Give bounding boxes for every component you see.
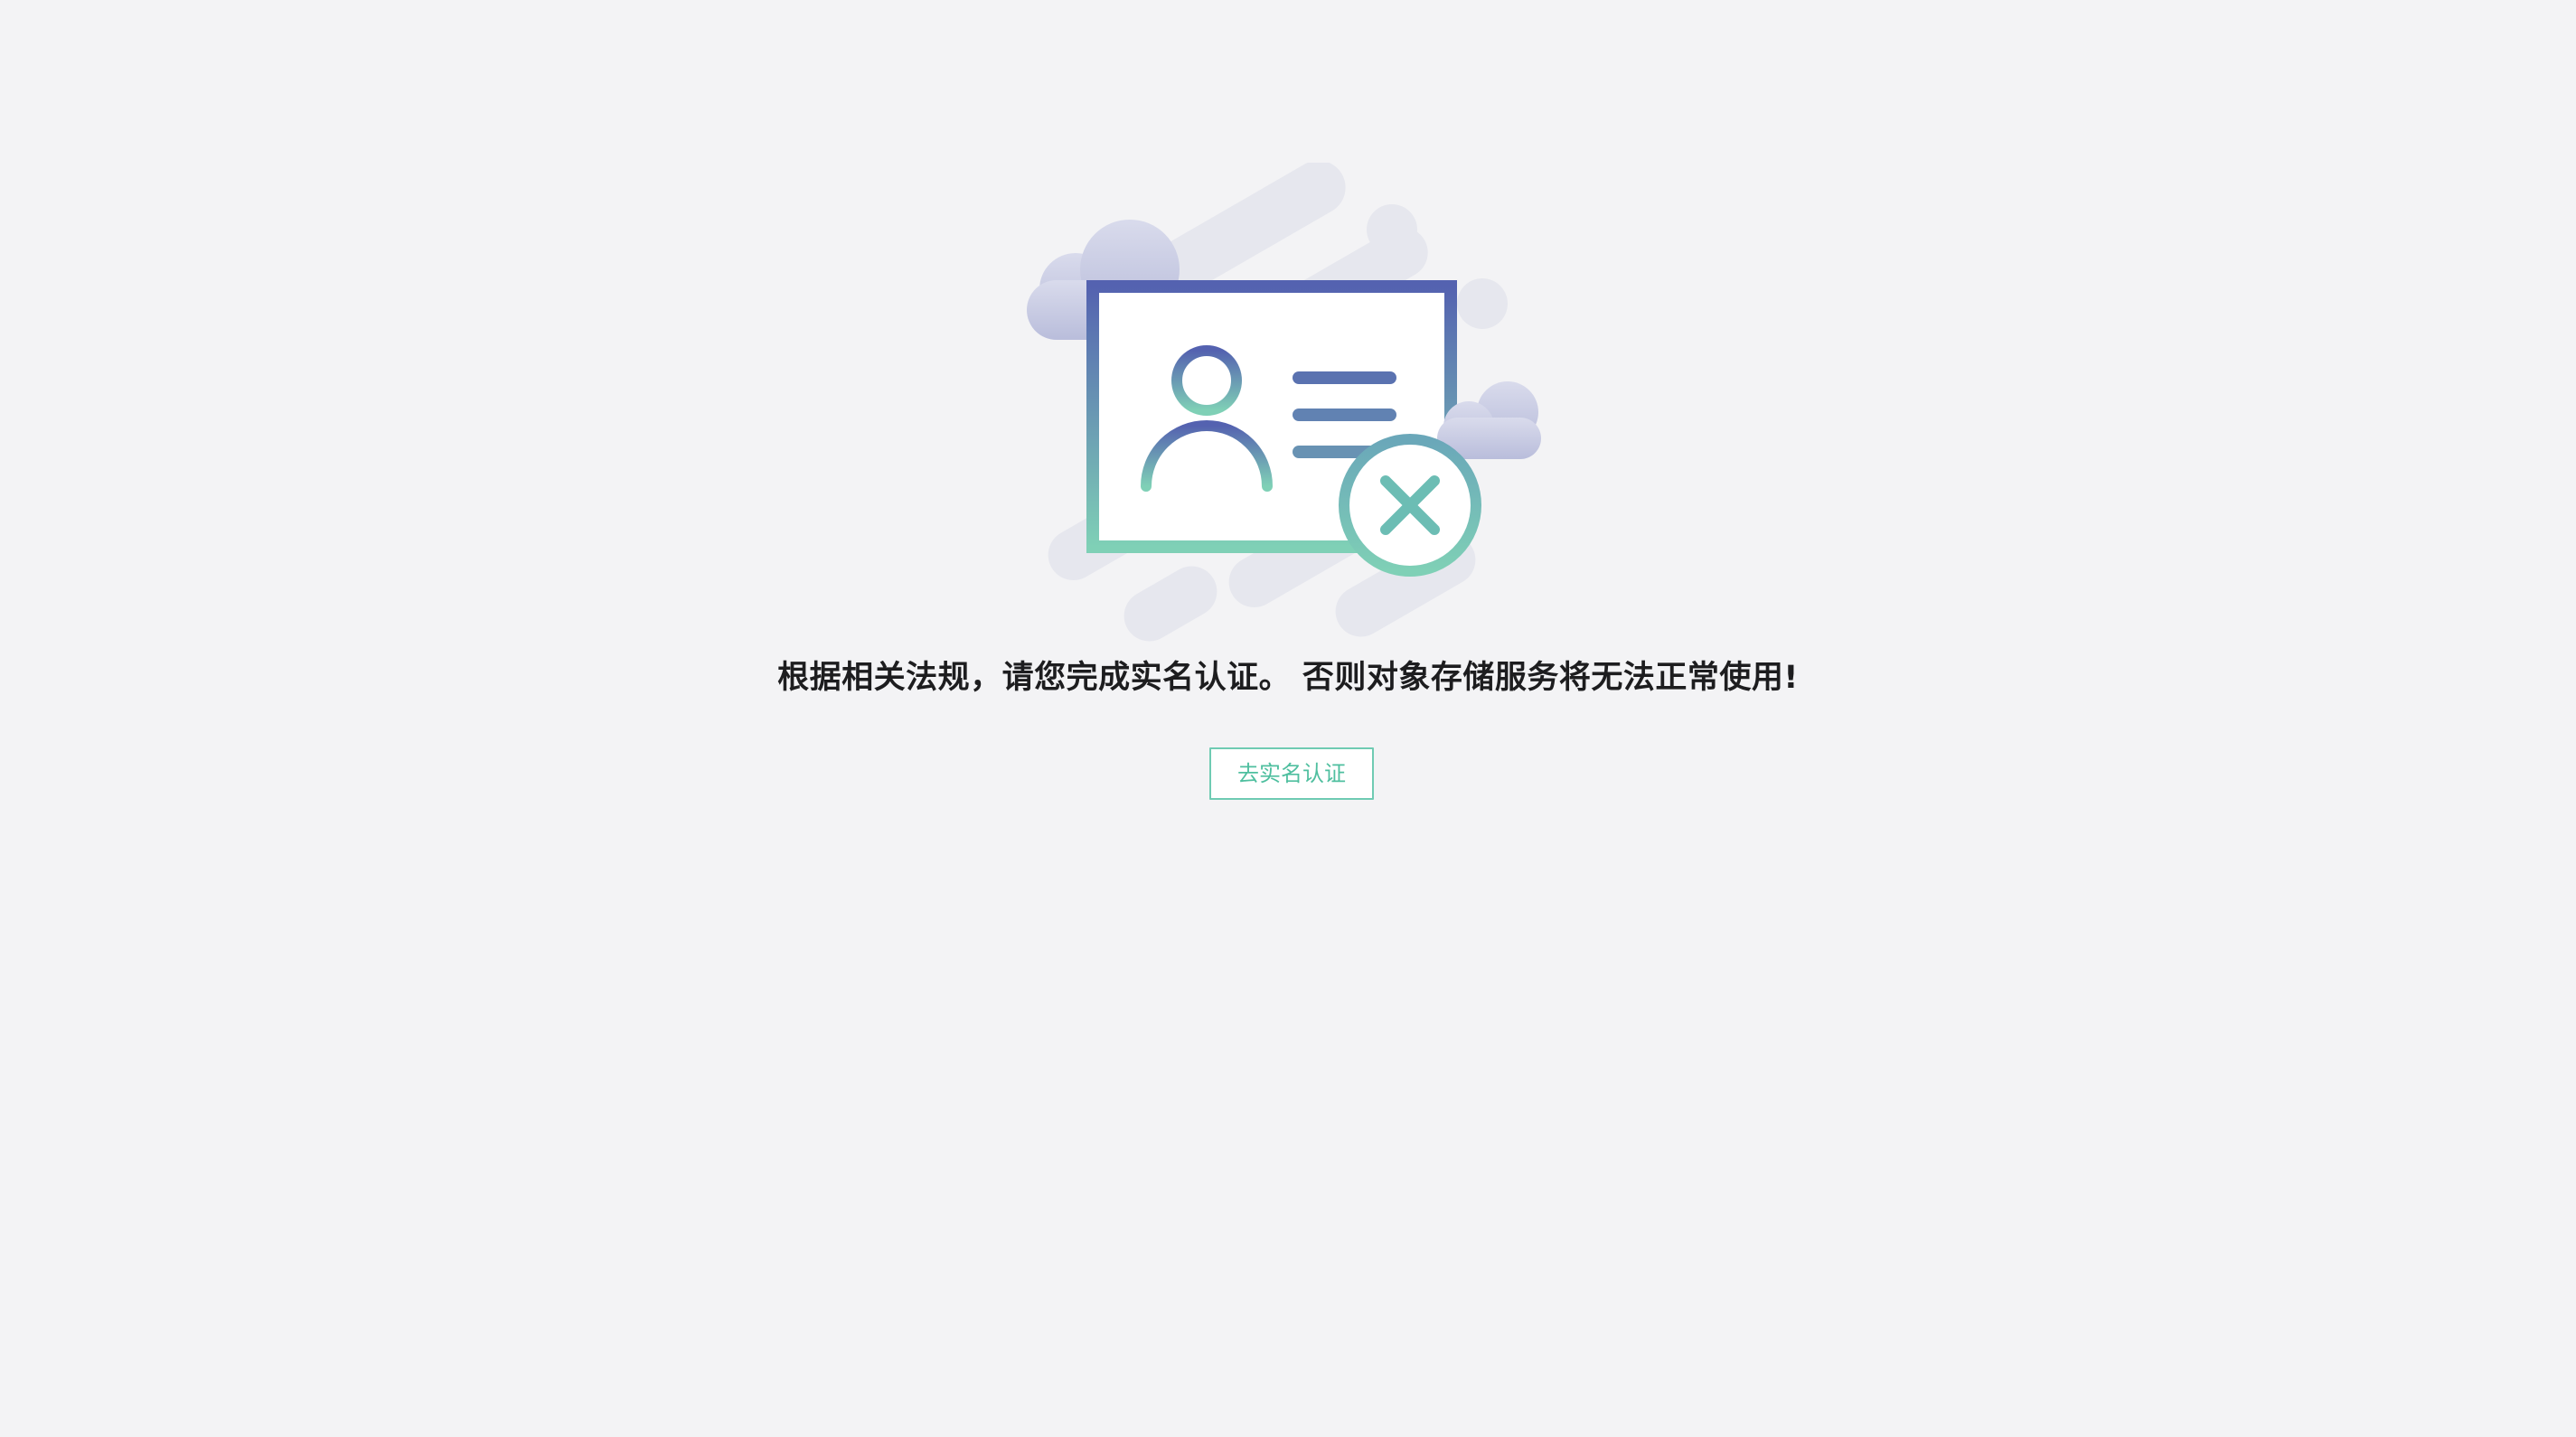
page: 根据相关法规，请您完成实名认证。 否则对象存储服务将无法正常使用! 去实名认证 [0,0,2576,1437]
real-name-verification-notice: 根据相关法规，请您完成实名认证。 否则对象存储服务将无法正常使用! [777,660,1799,696]
id-card-unverified-illustration [1027,163,1541,642]
verify-real-name-button[interactable]: 去实名认证 [1209,747,1374,800]
close-icon [1339,434,1481,577]
